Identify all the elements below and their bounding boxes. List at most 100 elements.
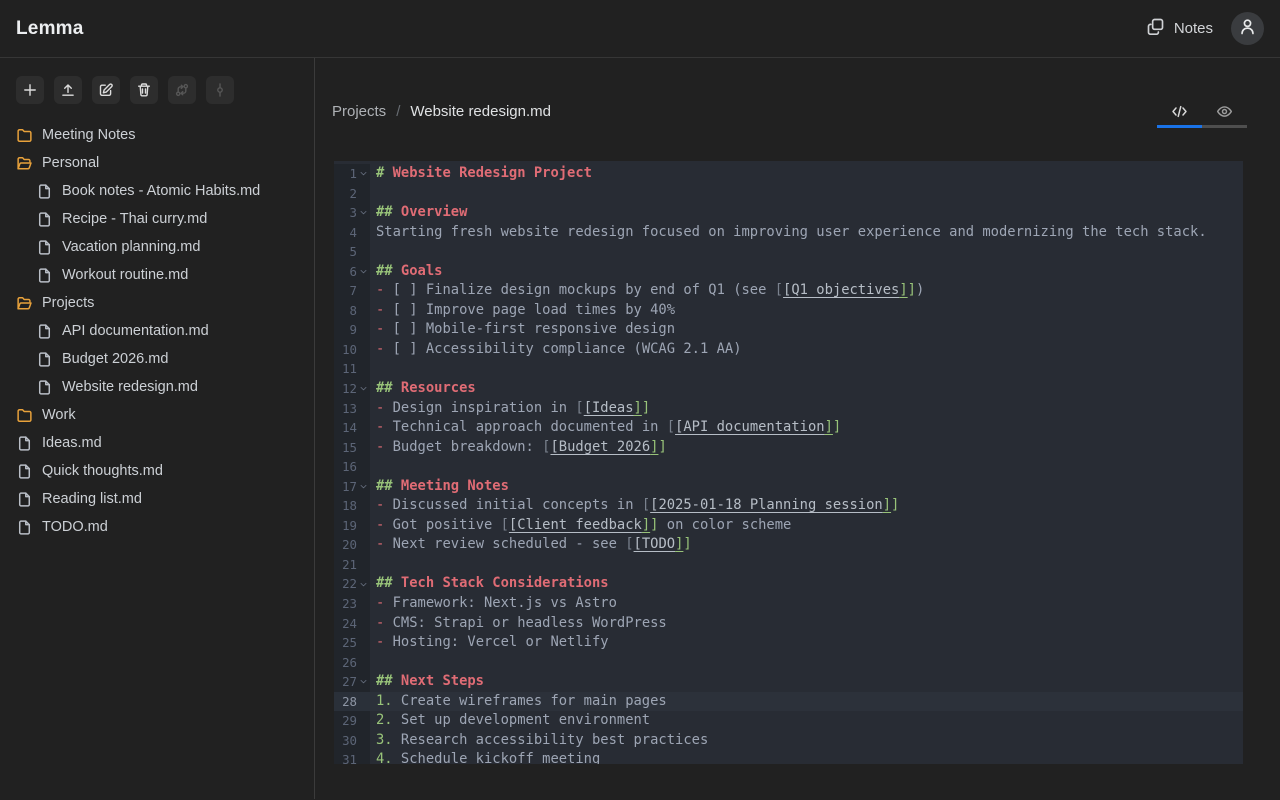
fold-chevron-icon[interactable] [357, 208, 370, 217]
editor-line[interactable]: 9- [ ] Mobile-first responsive design [334, 320, 1243, 340]
editor-line[interactable]: 16 [334, 457, 1243, 477]
editor-line[interactable]: 5 [334, 242, 1243, 262]
file-icon [36, 323, 53, 340]
line-number: 27 [342, 672, 357, 692]
editor-line[interactable]: 314. Schedule kickoff meeting [334, 750, 1243, 764]
line-number: 19 [342, 516, 357, 536]
editor-line[interactable]: 22## Tech Stack Considerations [334, 574, 1243, 594]
editor-line[interactable]: 24- CMS: Strapi or headless WordPress [334, 614, 1243, 634]
editor-line-text [370, 184, 1243, 204]
editor-line[interactable]: 15- Budget breakdown: [[Budget 2026]] [334, 438, 1243, 458]
avatar[interactable] [1231, 12, 1264, 45]
tree-file[interactable]: TODO.md [16, 513, 306, 541]
editor-line-text [370, 359, 1243, 379]
notes-button[interactable]: Notes [1146, 17, 1213, 40]
editor-line[interactable]: 281. Create wireframes for main pages [334, 692, 1243, 712]
editor-line[interactable]: 4Starting fresh website redesign focused… [334, 223, 1243, 243]
code-icon [1171, 103, 1188, 120]
editor-line[interactable]: 6## Goals [334, 262, 1243, 282]
tab-preview[interactable] [1202, 97, 1247, 125]
line-number: 31 [342, 750, 357, 764]
file-icon [36, 351, 53, 368]
editor-line[interactable]: 292. Set up development environment [334, 711, 1243, 731]
file-icon [36, 211, 53, 228]
editor-line-text: # Website Redesign Project [370, 164, 1243, 184]
tree-file[interactable]: API documentation.md [16, 317, 306, 345]
tree-file[interactable]: Budget 2026.md [16, 345, 306, 373]
edit-button[interactable] [92, 76, 120, 104]
editor-line-text: - Got positive [[Client feedback]] on co… [370, 516, 1243, 536]
editor-line-text: ## Resources [370, 379, 1243, 399]
editor-line[interactable]: 11 [334, 359, 1243, 379]
markdown-editor[interactable]: 1# Website Redesign Project23## Overview… [334, 161, 1243, 764]
fold-chevron-icon[interactable] [357, 384, 370, 393]
tree-item-label: Recipe - Thai curry.md [62, 211, 207, 227]
line-number: 6 [350, 262, 357, 282]
tree-file[interactable]: Vacation planning.md [16, 233, 306, 261]
editor-line[interactable]: 3## Overview [334, 203, 1243, 223]
editor-line[interactable]: 20- Next review scheduled - see [[TODO]] [334, 535, 1243, 555]
tree-folder[interactable]: Work [16, 401, 306, 429]
view-mode-tabs [1157, 97, 1247, 128]
chevron-down-icon [359, 384, 368, 393]
app-header: Lemma Notes [0, 0, 1280, 58]
editor-line[interactable]: 13- Design inspiration in [[Ideas]] [334, 399, 1243, 419]
editor-line-text: - [ ] Improve page load times by 40% [370, 301, 1243, 321]
tree-file[interactable]: Book notes - Atomic Habits.md [16, 177, 306, 205]
editor-line-text [370, 555, 1243, 575]
tree-item-label: Quick thoughts.md [42, 463, 163, 479]
editor-line[interactable]: 8- [ ] Improve page load times by 40% [334, 301, 1243, 321]
editor-line-text: - [ ] Mobile-first responsive design [370, 320, 1243, 340]
delete-button[interactable] [130, 76, 158, 104]
line-number: 21 [342, 555, 357, 575]
new-note-button[interactable] [16, 76, 44, 104]
tree-file[interactable]: Workout routine.md [16, 261, 306, 289]
editor-line[interactable]: 23- Framework: Next.js vs Astro [334, 594, 1243, 614]
fold-chevron-icon[interactable] [357, 169, 370, 178]
editor-line[interactable]: 10- [ ] Accessibility compliance (WCAG 2… [334, 340, 1243, 360]
folder-icon [16, 407, 33, 424]
editor-line[interactable]: 26 [334, 653, 1243, 673]
tree-file[interactable]: Website redesign.md [16, 373, 306, 401]
breadcrumb-folder[interactable]: Projects [332, 103, 386, 120]
fold-chevron-icon[interactable] [357, 482, 370, 491]
editor-line[interactable]: 303. Research accessibility best practic… [334, 731, 1243, 751]
editor-line[interactable]: 25- Hosting: Vercel or Netlify [334, 633, 1243, 653]
tree-file[interactable]: Ideas.md [16, 429, 306, 457]
tree-folder[interactable]: Projects [16, 289, 306, 317]
editor-line[interactable]: 2 [334, 184, 1243, 204]
tree-file[interactable]: Quick thoughts.md [16, 457, 306, 485]
line-number: 3 [350, 203, 357, 223]
editor-line[interactable]: 21 [334, 555, 1243, 575]
tree-item-label: Book notes - Atomic Habits.md [62, 183, 260, 199]
editor-line[interactable]: 17## Meeting Notes [334, 477, 1243, 497]
fold-chevron-icon[interactable] [357, 677, 370, 686]
editor-line[interactable]: 27## Next Steps [334, 672, 1243, 692]
editor-line-text: - Design inspiration in [[Ideas]] [370, 399, 1243, 419]
editor-line[interactable]: 12## Resources [334, 379, 1243, 399]
file-tree: Meeting Notes Personal Book notes - Atomic… [0, 117, 314, 541]
tree-folder[interactable]: Meeting Notes [16, 121, 306, 149]
tree-item-label: Meeting Notes [42, 127, 136, 143]
editor-line[interactable]: 7- [ ] Finalize design mockups by end of… [334, 281, 1243, 301]
line-number: 16 [342, 457, 357, 477]
tab-code[interactable] [1157, 97, 1202, 125]
git-commit-button[interactable] [206, 76, 234, 104]
fold-chevron-icon[interactable] [357, 580, 370, 589]
editor-line[interactable]: 18- Discussed initial concepts in [[2025… [334, 496, 1243, 516]
tree-file[interactable]: Recipe - Thai curry.md [16, 205, 306, 233]
tree-file[interactable]: Reading list.md [16, 485, 306, 513]
editor-line[interactable]: 14- Technical approach documented in [[A… [334, 418, 1243, 438]
line-number: 25 [342, 633, 357, 653]
tree-item-label: TODO.md [42, 519, 108, 535]
editor-line-text: - Budget breakdown: [[Budget 2026]] [370, 438, 1243, 458]
tree-folder[interactable]: Personal [16, 149, 306, 177]
editor-line[interactable]: 1# Website Redesign Project [334, 164, 1243, 184]
fold-chevron-icon[interactable] [357, 267, 370, 276]
editor-line-text: - [ ] Finalize design mockups by end of … [370, 281, 1243, 301]
editor-line[interactable]: 19 - Got positive [[Client feedback]] on … [334, 516, 1243, 536]
git-commit-icon [212, 82, 228, 98]
upload-button[interactable] [54, 76, 82, 104]
git-compare-button[interactable] [168, 76, 196, 104]
main-panel: Projects/Website redesign.md 1# Website … [315, 58, 1280, 799]
